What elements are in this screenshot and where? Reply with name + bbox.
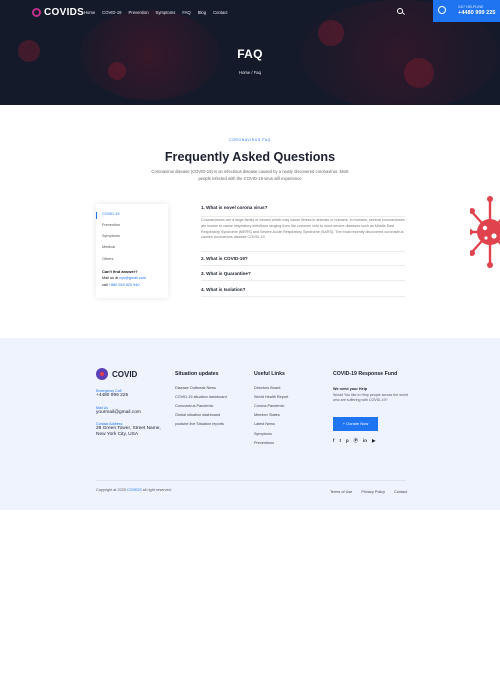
help-mail-label: Mail us at	[102, 276, 119, 280]
logo-text: COVIDS	[44, 7, 85, 18]
section-description: Coronavirus disease (COVID-19) is an inf…	[151, 169, 349, 181]
menu-item-blog[interactable]: Blog	[198, 10, 206, 15]
footer-logo[interactable]: COVID	[96, 368, 137, 380]
divider	[201, 216, 405, 217]
copyright-text: Copyright at 2020 COVIDS all right reser…	[96, 488, 172, 492]
footer-link[interactable]: Disease Outbreak News	[175, 386, 216, 390]
covid-logo-icon	[96, 368, 108, 380]
divider	[201, 251, 405, 252]
menu-item-prevention[interactable]: Prevention	[129, 10, 149, 15]
helpline-number: +4480 999 225	[458, 10, 496, 16]
footer-link[interactable]: Coronavirus Pandemic	[175, 404, 213, 408]
menu-item-home[interactable]: Home	[84, 10, 95, 15]
breadcrumb-home[interactable]: Home	[239, 70, 250, 75]
twitter-icon[interactable]: t	[339, 438, 340, 444]
menu-item-contact[interactable]: Contact	[213, 10, 227, 15]
help-call-label: call	[102, 283, 108, 287]
breadcrumb-separator: /	[251, 70, 253, 75]
facebook-icon[interactable]: f	[333, 438, 334, 444]
breadcrumb: Home / Faq	[0, 70, 500, 75]
faq-answer: Coronaviruses are a large family of viru…	[201, 218, 405, 240]
faq-question[interactable]: 3. What is Quarantine?	[201, 271, 405, 276]
copyright-brand-link[interactable]: COVIDS	[127, 488, 142, 492]
search-icon[interactable]	[397, 8, 403, 14]
footer-link[interactable]: COVID-19 situation dashboard	[175, 395, 227, 399]
footer-link[interactable]: Corona Pandemic	[254, 404, 284, 408]
category-prevention[interactable]: Prevention	[102, 223, 120, 227]
contact-link[interactable]: Contact	[394, 490, 407, 494]
divider	[201, 280, 405, 281]
category-others[interactable]: Others	[102, 257, 113, 261]
main-menu: Home COVID-19 Prevention Symptoms FAQ Bl…	[84, 10, 228, 15]
social-links: f t p Ⓟ in ▶	[333, 438, 375, 444]
faq-item-3[interactable]: 3. What is Quarantine?	[201, 271, 405, 276]
menu-item-symptoms[interactable]: Symptoms	[156, 10, 176, 15]
pinterest-alt-icon[interactable]: Ⓟ	[354, 438, 358, 444]
hero-banner: COVIDS Home COVID-19 Prevention Symptoms…	[0, 0, 500, 105]
faq-question[interactable]: 1. What is novel corona virus?	[201, 205, 405, 210]
help-call-link[interactable]: +880 924 820 940	[109, 283, 140, 287]
help-title: Can't find answer?	[102, 269, 138, 274]
page-title: FAQ	[237, 47, 263, 61]
footer-link[interactable]: Symptoms	[254, 432, 272, 436]
pinterest-icon[interactable]: p	[346, 438, 349, 444]
footer-logo-text: COVID	[112, 369, 138, 379]
category-symptoms[interactable]: Symptoms	[102, 234, 120, 238]
divider	[201, 296, 405, 297]
site-footer	[0, 338, 500, 510]
footer-link[interactable]: Directors Board	[254, 386, 280, 390]
response-fund-title: COVID-19 Response Fund	[333, 371, 398, 377]
terms-link[interactable]: Terms of Use	[330, 490, 352, 494]
divider	[201, 265, 405, 266]
breadcrumb-current: Faq	[253, 70, 261, 75]
fund-description: Would You like to Help people across the…	[333, 393, 408, 403]
help-mail: Mail us at cys@gmail.com	[102, 276, 146, 280]
bottom-links: Terms of Use Privacy Policy Contact	[330, 490, 407, 494]
faq-question[interactable]: 4. What is Isolation?	[201, 287, 405, 292]
fund-need-text: We need your Help	[333, 387, 368, 391]
copyright-suffix: all right reserved.	[142, 488, 172, 492]
helpline-box[interactable]: 24/7 HELPLINE +4480 999 225	[433, 0, 500, 22]
youtube-icon[interactable]: ▶	[372, 438, 375, 444]
copyright-prefix: Copyright at 2020	[96, 488, 126, 492]
faq-item-4[interactable]: 4. What is Isolation?	[201, 287, 405, 292]
help-mail-link[interactable]: cys@gmail.com	[119, 276, 146, 280]
virus-icon	[470, 196, 500, 268]
footer-link[interactable]: Member States	[254, 413, 280, 417]
section-subtitle: CORONAVIRUS FAQ	[229, 138, 271, 142]
footer-link[interactable]: Latest News	[254, 422, 275, 426]
category-medical[interactable]: Medical	[102, 245, 115, 249]
section-title: Frequently Asked Questions	[164, 150, 336, 164]
footer-link[interactable]: World Health Report	[254, 395, 288, 399]
emergency-number[interactable]: +4480 999 225	[96, 393, 128, 399]
category-covid19[interactable]: COVID-19	[102, 212, 120, 216]
menu-item-covid19[interactable]: COVID-19	[102, 10, 121, 15]
logo-icon	[32, 8, 41, 17]
faq-question[interactable]: 2. What is COVID-19?	[201, 256, 405, 261]
footer-divider	[96, 480, 406, 481]
faq-item-1[interactable]: 1. What is novel corona virus? Coronavir…	[201, 205, 405, 241]
useful-links-title: Useful Links	[254, 371, 285, 377]
privacy-link[interactable]: Privacy Policy	[361, 490, 385, 494]
footer-link[interactable]: youtube live Situation reports	[175, 422, 224, 426]
situation-updates-title: Situation updates	[175, 371, 219, 377]
help-call: call +880 924 820 940	[102, 283, 140, 287]
helpline-label: 24/7 HELPLINE	[458, 5, 484, 9]
active-indicator	[96, 212, 97, 219]
linkedin-icon[interactable]: in	[363, 438, 367, 444]
menu-item-faq[interactable]: FAQ	[182, 10, 190, 15]
footer-link[interactable]: Global situation dashboard	[175, 413, 220, 417]
footer-link[interactable]: Preventions	[254, 441, 274, 445]
donate-button[interactable]: + Donate Now	[333, 417, 378, 431]
faq-item-2[interactable]: 2. What is COVID-19?	[201, 256, 405, 261]
contact-address: 28 Green Tower, Street Name, New York Ci…	[96, 426, 161, 437]
phone-icon	[438, 6, 446, 14]
top-navbar: COVIDS Home COVID-19 Prevention Symptoms…	[0, 0, 500, 24]
mail-address[interactable]: yourmail@gmail.com	[96, 410, 141, 416]
site-logo[interactable]: COVIDS	[32, 7, 84, 18]
